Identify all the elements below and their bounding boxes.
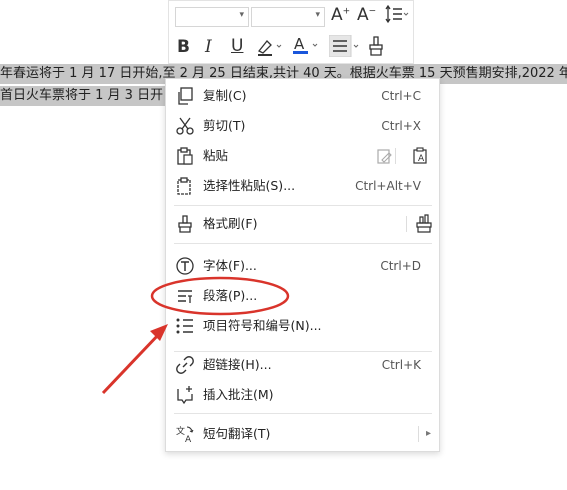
bold-icon[interactable]: B: [177, 37, 190, 57]
svg-text:文: 文: [176, 425, 185, 437]
menu-label: 段落(P)...: [203, 288, 258, 303]
font-icon: [175, 256, 195, 276]
divider: [418, 426, 419, 442]
menu-label: 插入批注(M): [203, 387, 274, 402]
pointer-arrow: [101, 331, 162, 395]
menu-item-insert-comment[interactable]: 插入批注(M): [166, 381, 439, 409]
menu-shortcut: Ctrl+X: [381, 119, 421, 133]
menu-shortcut: Ctrl+K: [381, 358, 421, 372]
format-painter-multi-icon[interactable]: [414, 214, 434, 238]
menu-item-font[interactable]: 字体(F)... Ctrl+D: [166, 252, 439, 280]
menu-item-paragraph[interactable]: 段落(P)...: [166, 282, 439, 310]
menu-label: 项目符号和编号(N)...: [203, 318, 322, 333]
menu-label: 格式刷(F): [203, 216, 258, 231]
menu-separator: [174, 205, 432, 206]
menu-shortcut: Ctrl+C: [381, 89, 421, 103]
menu-label: 超链接(H)...: [203, 357, 272, 372]
menu-item-paste-special[interactable]: 选择性粘贴(S)... Ctrl+Alt+V: [166, 172, 439, 200]
menu-item-copy[interactable]: 复制(C) Ctrl+C: [166, 82, 439, 110]
svg-text:A: A: [418, 154, 425, 164]
context-menu: 复制(C) Ctrl+C 剪切(T) Ctrl+X 粘贴 A 选择性粘贴(S).…: [165, 78, 440, 452]
menu-item-paste[interactable]: 粘贴 A: [166, 142, 439, 170]
selected-text-line-2[interactable]: 首日火车票将于 1 月 3 日开: [0, 86, 172, 106]
menu-label: 选择性粘贴(S)...: [203, 178, 296, 193]
font-name-combo[interactable]: ▾: [175, 7, 249, 27]
shrink-font-icon[interactable]: A−: [357, 5, 376, 25]
hyperlink-icon: [175, 355, 195, 375]
menu-item-cut[interactable]: 剪切(T) Ctrl+X: [166, 112, 439, 140]
menu-shortcut: Ctrl+D: [380, 259, 421, 273]
menu-label: 字体(F)...: [203, 258, 257, 273]
menu-separator: [174, 413, 432, 414]
divider: [406, 216, 407, 232]
comment-icon: [175, 385, 195, 405]
menu-item-format-painter[interactable]: 格式刷(F): [166, 210, 439, 238]
line-spacing-icon[interactable]: [383, 4, 409, 29]
paragraph-icon: [175, 286, 195, 306]
menu-label: 复制(C): [203, 88, 247, 103]
svg-text:A: A: [294, 35, 305, 53]
mini-toolbar: ▾ ▾ A+ A− B I U A: [168, 0, 414, 64]
italic-icon[interactable]: I: [205, 37, 212, 57]
cut-icon: [175, 116, 195, 136]
menu-label: 粘贴: [203, 148, 229, 163]
chevron-right-icon[interactable]: ▸: [426, 420, 431, 448]
align-icon[interactable]: [328, 34, 361, 61]
menu-item-translate[interactable]: 文A 短句翻译(T) ▸: [166, 420, 439, 448]
translate-icon: 文A: [175, 424, 195, 445]
format-painter-icon[interactable]: [367, 35, 387, 61]
underline-icon[interactable]: U: [231, 36, 243, 56]
svg-text:A: A: [185, 435, 192, 444]
grow-font-icon[interactable]: A+: [331, 5, 350, 25]
menu-item-hyperlink[interactable]: 超链接(H)... Ctrl+K: [166, 351, 439, 379]
chevron-down-icon: ▾: [239, 10, 244, 20]
highlight-icon[interactable]: [255, 37, 285, 61]
font-color-icon[interactable]: A: [291, 35, 321, 61]
paste-keep-text-icon[interactable]: [376, 147, 394, 169]
menu-label: 短句翻译(T): [203, 426, 271, 441]
menu-item-bullets-numbering[interactable]: 项目符号和编号(N)...: [166, 312, 439, 340]
paste-text-only-icon[interactable]: A: [412, 147, 430, 169]
bullets-icon: [175, 316, 195, 336]
copy-icon: [175, 86, 195, 106]
doc-text-line-2: 首日火车票将于 1 月 3 日开: [0, 88, 164, 103]
chevron-down-icon: ▾: [315, 10, 320, 20]
paste-icon: [175, 146, 195, 166]
paste-special-icon: [175, 176, 195, 196]
font-size-combo[interactable]: ▾: [251, 7, 325, 27]
menu-label: 剪切(T): [203, 118, 246, 133]
menu-separator: [174, 243, 432, 244]
format-painter-icon: [175, 214, 195, 234]
divider: [395, 148, 396, 164]
menu-shortcut: Ctrl+Alt+V: [355, 179, 421, 193]
